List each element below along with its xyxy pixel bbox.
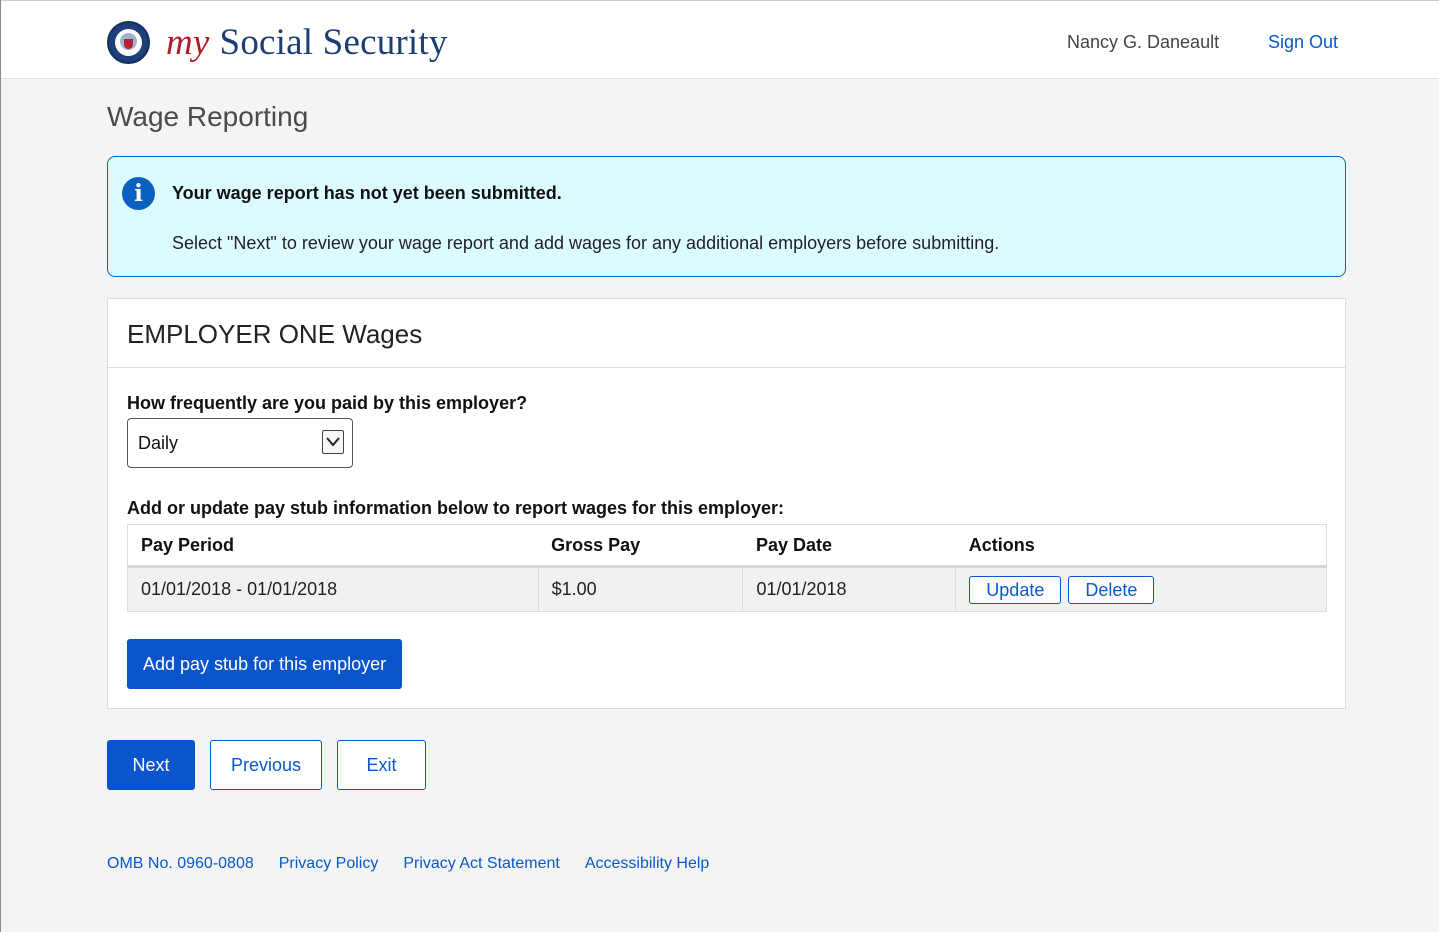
chevron-down-icon: [322, 430, 344, 454]
col-pay-period: Pay Period: [127, 524, 539, 568]
footer-accessibility-link[interactable]: Accessibility Help: [585, 855, 709, 873]
footer-privacy-policy-link[interactable]: Privacy Policy: [279, 855, 379, 873]
previous-button[interactable]: Previous: [210, 740, 322, 790]
ssa-seal-icon: [107, 21, 150, 64]
info-alert: i Your wage report has not yet been subm…: [107, 156, 1346, 277]
frequency-label: How frequently are you paid by this empl…: [127, 393, 528, 413]
update-button[interactable]: Update: [969, 575, 1062, 604]
table-row: 01/01/2018 - 01/01/2018 $1.00 01/01/2018…: [127, 566, 1327, 612]
card-header: EMPLOYER ONE Wages: [108, 299, 1345, 368]
pay-frequency-value: Daily: [138, 433, 179, 453]
footer-privacy-act-link[interactable]: Privacy Act Statement: [403, 855, 560, 873]
cell-pay-period: 01/01/2018 - 01/01/2018: [127, 566, 539, 612]
delete-button[interactable]: Delete: [1068, 575, 1155, 604]
sign-out-link[interactable]: Sign Out: [1268, 32, 1338, 53]
footer-links: OMB No. 0960-0808 Privacy Policy Privacy…: [107, 855, 709, 873]
cell-gross-pay: $1.00: [537, 566, 744, 612]
col-actions: Actions: [955, 524, 1327, 568]
footer-omb-link[interactable]: OMB No. 0960-0808: [107, 855, 254, 873]
brand-my: my: [166, 22, 210, 63]
pay-stub-instruction: Add or update pay stub information below…: [127, 498, 785, 518]
alert-message: Select "Next" to review your wage report…: [172, 233, 1000, 253]
brand-name: my Social Security: [166, 24, 448, 61]
pay-stub-table: Pay Period Gross Pay Pay Date Actions 01…: [127, 524, 1327, 612]
pay-frequency-select[interactable]: Daily: [127, 418, 353, 468]
info-icon: i: [122, 177, 155, 210]
employer-wages-card: EMPLOYER ONE Wages How frequently are yo…: [107, 298, 1346, 709]
page-title: Wage Reporting: [107, 101, 309, 132]
cell-actions: Update Delete: [955, 566, 1327, 612]
card-title: EMPLOYER ONE Wages: [127, 319, 423, 349]
exit-button[interactable]: Exit: [337, 740, 426, 790]
site-logo[interactable]: my Social Security: [107, 21, 448, 64]
cell-pay-date: 01/01/2018: [742, 566, 957, 612]
table-header-row: Pay Period Gross Pay Pay Date Actions: [127, 524, 1327, 568]
brand-social-security: Social Security: [219, 22, 448, 63]
alert-title: Your wage report has not yet been submit…: [172, 183, 562, 203]
col-pay-date: Pay Date: [742, 524, 956, 568]
add-pay-stub-button[interactable]: Add pay stub for this employer: [127, 639, 403, 689]
user-name: Nancy G. Daneault: [1067, 32, 1220, 52]
col-gross-pay: Gross Pay: [538, 524, 743, 568]
next-button[interactable]: Next: [107, 740, 195, 790]
top-bar: my Social Security Nancy G. Daneault Sign…: [1, 0, 1439, 79]
